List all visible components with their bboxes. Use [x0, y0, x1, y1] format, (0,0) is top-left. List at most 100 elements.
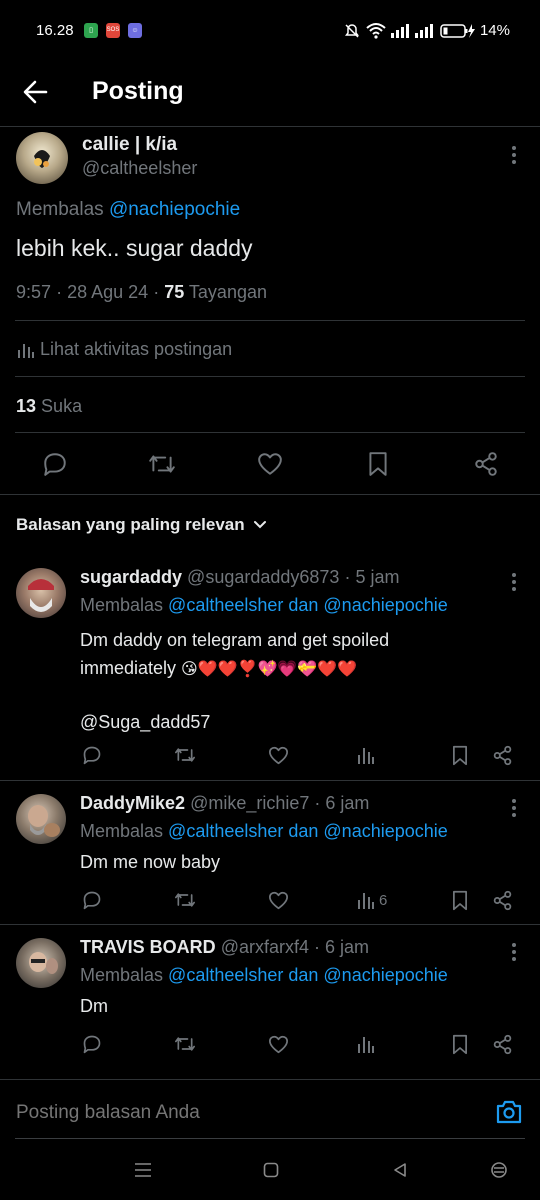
bar-chart-icon — [358, 748, 374, 764]
menu-icon[interactable] — [134, 1162, 152, 1178]
share-icon[interactable] — [492, 890, 513, 911]
reply-author-handle[interactable]: @arxfarxf4 — [221, 937, 309, 957]
repost-icon[interactable] — [148, 451, 176, 477]
repost-icon[interactable] — [174, 890, 196, 910]
reply-header: TRAVIS BOARD @arxfarxf4 · 6 jam — [80, 937, 369, 958]
more-options-icon[interactable] — [512, 573, 516, 591]
reply-author-name[interactable]: sugardaddy — [80, 567, 182, 587]
avatar[interactable] — [16, 132, 68, 184]
views-action[interactable] — [357, 1034, 379, 1054]
meta-dot: · — [344, 567, 351, 587]
reply-text-line: Dm daddy on telegram and get spoiled — [80, 630, 390, 650]
post-text: lebih kek.. sugar daddy — [16, 235, 253, 261]
author-name[interactable]: callie | k/ia — [82, 134, 177, 156]
divider — [0, 1079, 540, 1080]
reply-prefix: Membalas — [16, 199, 104, 220]
reply-icon[interactable] — [82, 1034, 102, 1054]
post-meta: 9:57 · 28 Agu 24 · 75 Tayangan — [16, 282, 267, 303]
back-arrow-icon[interactable] — [22, 79, 50, 105]
avatar[interactable] — [16, 568, 66, 618]
views-action[interactable] — [357, 745, 379, 765]
reply-author-handle[interactable]: @mike_richie7 — [190, 793, 309, 813]
home-icon[interactable] — [263, 1162, 279, 1178]
notification-app-icon: ☺ — [128, 23, 142, 38]
heart-icon[interactable] — [268, 746, 289, 765]
reply-context: Membalas @caltheelsher dan @nachiepochie — [80, 965, 448, 986]
reply-targets-link[interactable]: @caltheelsher dan @nachiepochie — [168, 595, 448, 615]
heart-icon[interactable] — [257, 452, 283, 476]
more-options-icon[interactable] — [512, 799, 516, 817]
reply-targets-link[interactable]: @caltheelsher dan @nachiepochie — [168, 821, 448, 841]
likes-summary[interactable]: 13 Suka — [16, 396, 82, 417]
divider — [15, 432, 525, 433]
share-icon[interactable] — [473, 451, 499, 477]
reply-context: Membalas @nachiepochie — [16, 199, 240, 221]
reply-targets-link[interactable]: @caltheelsher dan @nachiepochie — [168, 965, 448, 985]
avatar[interactable] — [16, 794, 66, 844]
divider — [0, 494, 540, 495]
reply-icon[interactable] — [42, 451, 68, 477]
reply-item[interactable]: sugardaddy @sugardaddy6873 · 5 jam Memba… — [0, 555, 540, 780]
sos-icon: SOS — [106, 23, 120, 38]
bookmark-icon[interactable] — [451, 890, 469, 911]
avatar[interactable] — [16, 938, 66, 988]
more-options-icon[interactable] — [512, 943, 516, 961]
status-time: 16.28 — [36, 22, 74, 39]
reply-author-name[interactable]: DaddyMike2 — [80, 793, 185, 813]
post-time: 9:57 — [16, 282, 52, 302]
heart-icon[interactable] — [268, 891, 289, 910]
reply-age: 5 jam — [355, 567, 400, 587]
reply-target-link[interactable]: @nachiepochie — [109, 199, 240, 220]
reply-text-line: @Suga_dadd57 — [80, 712, 211, 732]
reply-prefix: Membalas — [80, 595, 164, 615]
back-triangle-icon[interactable] — [392, 1162, 408, 1178]
chevron-down-icon — [253, 521, 266, 529]
reply-author-name[interactable]: TRAVIS BOARD — [80, 937, 216, 957]
bookmark-icon[interactable] — [451, 745, 469, 766]
likes-label: Suka — [41, 396, 83, 416]
reply-item[interactable]: TRAVIS BOARD @arxfarxf4 · 6 jam Membalas… — [0, 925, 540, 1070]
reply-author-handle[interactable]: @sugardaddy6873 — [187, 567, 339, 587]
post-activity-link[interactable]: Lihat aktivitas postingan — [16, 339, 232, 360]
reply-icon[interactable] — [82, 890, 102, 910]
more-options-icon[interactable] — [512, 146, 516, 164]
signal-icon — [391, 24, 409, 38]
likes-count: 13 — [16, 396, 37, 416]
reply-icon[interactable] — [82, 745, 102, 765]
reply-compose-input[interactable] — [16, 1096, 476, 1130]
repost-icon[interactable] — [174, 1034, 196, 1054]
signal-icon — [415, 24, 433, 38]
mute-bell-icon — [345, 24, 359, 38]
share-icon[interactable] — [492, 745, 513, 766]
reply-age: 6 jam — [325, 793, 370, 813]
status-bar: 16.28 ▯ SOS ☺ 14% — [0, 0, 540, 62]
meta-dot: · — [314, 793, 321, 813]
views-count: 75 — [164, 282, 185, 302]
post-date: 28 Agu 24 — [67, 282, 149, 302]
share-icon[interactable] — [492, 1034, 513, 1055]
views-action[interactable]: 6 — [357, 890, 387, 910]
heart-icon[interactable] — [268, 1035, 289, 1054]
wifi-icon — [366, 23, 386, 39]
meta-dot: · — [153, 282, 160, 302]
reply-header: sugardaddy @sugardaddy6873 · 5 jam — [80, 567, 399, 588]
bar-chart-icon — [358, 1037, 374, 1053]
bar-chart-icon — [358, 893, 374, 909]
views-label: Tayangan — [188, 282, 267, 302]
reply-item[interactable]: DaddyMike2 @mike_richie7 · 6 jam Membala… — [0, 781, 540, 924]
camera-icon[interactable] — [495, 1099, 523, 1125]
reply-text: Dm me now baby — [80, 852, 221, 872]
battery-icon — [440, 24, 475, 38]
reply-text: Dm — [80, 996, 108, 1016]
bookmark-icon[interactable] — [451, 1034, 469, 1055]
views-count: 6 — [379, 891, 388, 909]
meta-dot: · — [56, 282, 63, 302]
assistant-icon[interactable] — [490, 1161, 508, 1179]
divider — [15, 320, 525, 321]
repost-icon[interactable] — [174, 745, 196, 765]
author-handle[interactable]: @caltheelsher — [82, 158, 197, 179]
replies-sort-dropdown[interactable]: Balasan yang paling relevan — [16, 515, 267, 535]
bookmark-icon[interactable] — [367, 451, 389, 477]
battery-percentage: 14% — [479, 22, 510, 39]
